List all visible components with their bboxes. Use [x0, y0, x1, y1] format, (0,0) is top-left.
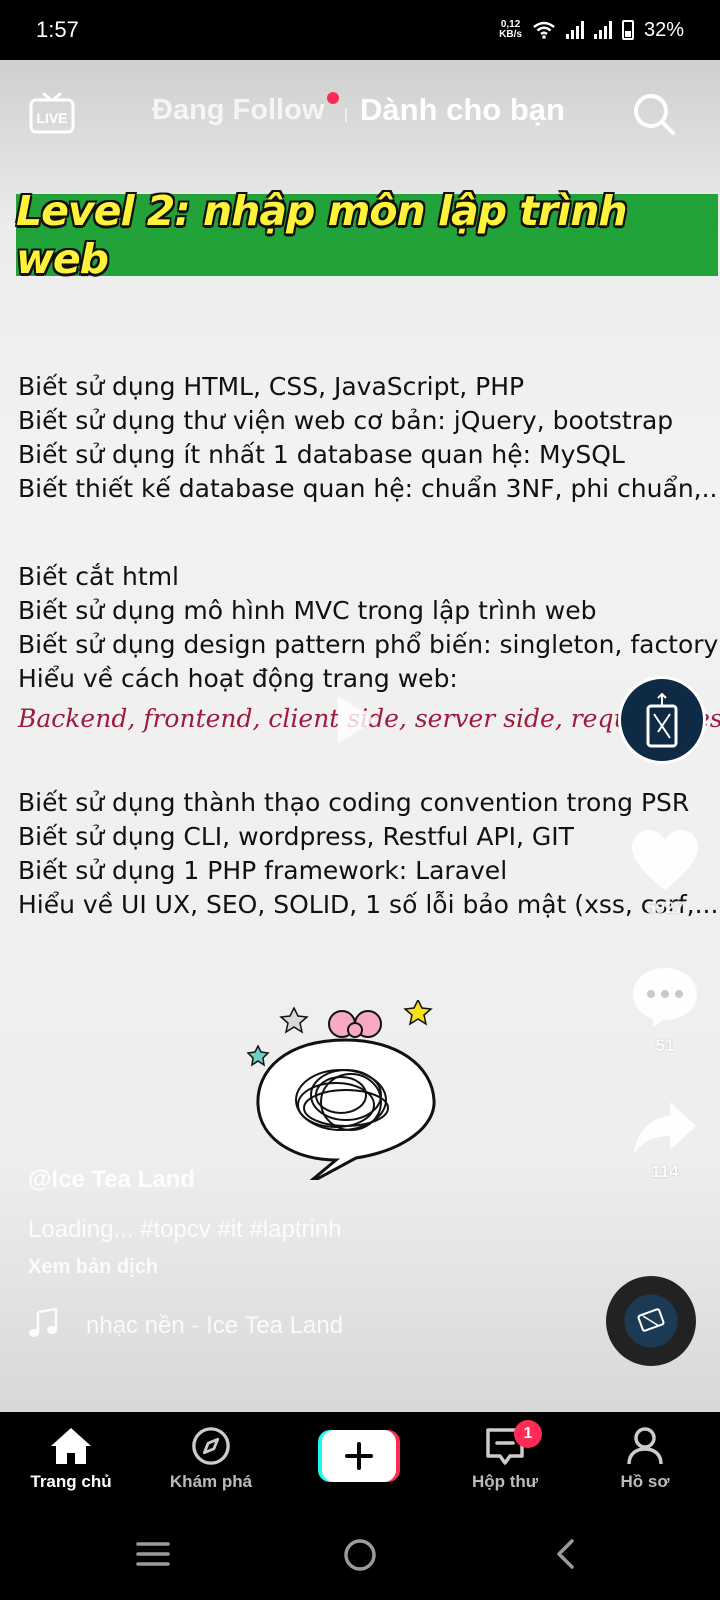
status-time: 1:57 — [36, 17, 79, 42]
play-icon[interactable] — [334, 692, 380, 748]
tab-discover-label: Khám phá — [169, 1472, 253, 1491]
tab-inbox[interactable]: Hộp thư — [440, 1426, 570, 1492]
cell-signal-2-icon — [593, 21, 612, 39]
inbox-badge: 1 — [514, 1420, 542, 1448]
video-player[interactable]: LIVE Đang Follow Dành cho bạn Level 2: n… — [0, 60, 720, 1412]
like-count: 5927 — [646, 898, 684, 917]
content-line: Biết sử dụng ít nhất 1 database quan hệ:… — [18, 440, 625, 469]
recent-apps-icon[interactable] — [136, 1540, 170, 1568]
content-line: Biết sử dụng mô hình MVC trong lập trình… — [18, 596, 597, 625]
cell-signal-icon — [565, 21, 584, 39]
comment-count: 51 — [655, 1036, 675, 1055]
music-disc-cover-icon — [637, 1308, 665, 1332]
content-line: Biết sử dụng CLI, wordpress, Restful API… — [18, 822, 574, 851]
content-line: Biết sử dụng 1 PHP framework: Laravel — [18, 856, 508, 885]
top-nav: LIVE Đang Follow Dành cho bạn — [0, 60, 720, 170]
content-line: Biết sử dụng thư viện web cơ bản: jQuery… — [18, 406, 674, 435]
share-count: 114 — [651, 1162, 679, 1181]
svg-text:LIVE: LIVE — [36, 110, 67, 126]
content-line: Biết sử dụng HTML, CSS, JavaScript, PHP — [18, 372, 525, 401]
bottom-tab-bar: Trang chủ Khám phá Hộp thư 1 Hồ sơ — [0, 1412, 720, 1510]
tab-profile[interactable]: Hồ sơ — [580, 1426, 710, 1492]
content-line: Biết cắt html — [18, 562, 179, 591]
comment-action[interactable]: 51 — [620, 966, 710, 1056]
author-name[interactable]: @Ice Tea Land — [28, 1166, 195, 1194]
battery-icon — [621, 20, 634, 40]
tab-discover[interactable]: Khám phá — [146, 1426, 276, 1492]
content-line: Hiểu về cách hoạt động trang web: — [18, 664, 458, 693]
banner-title: Level 2: nhập môn lập trình web — [16, 187, 628, 283]
tab-following[interactable]: Đang Follow — [152, 94, 324, 127]
network-speed: 0,12 KB/s — [499, 19, 522, 40]
share-icon[interactable] — [632, 1100, 698, 1156]
tab-divider — [345, 108, 347, 122]
profile-icon — [627, 1427, 663, 1465]
see-translation-link[interactable]: Xem bản dịch — [28, 1256, 158, 1279]
music-title[interactable]: nhạc nền - Ice Tea Land — [86, 1312, 343, 1340]
share-action[interactable]: 114 — [620, 1100, 710, 1182]
creator-avatar[interactable] — [618, 676, 706, 764]
content-line: Biết sử dụng design pattern phổ biến: si… — [18, 630, 719, 659]
music-disc[interactable] — [606, 1276, 696, 1366]
content-line: Biết sử dụng thành thạo coding conventio… — [18, 788, 690, 817]
search-icon[interactable] — [632, 92, 676, 136]
home-button-icon[interactable] — [343, 1538, 377, 1572]
system-navigation-bar — [0, 1510, 720, 1600]
notification-dot — [327, 92, 339, 104]
compass-icon — [192, 1427, 230, 1465]
music-note-icon — [29, 1308, 58, 1337]
speech-bubble-illustration — [246, 1000, 436, 1180]
tab-home[interactable]: Trang chủ — [6, 1426, 136, 1492]
heart-icon[interactable] — [630, 830, 700, 892]
like-action[interactable]: 5927 — [620, 830, 710, 918]
tab-for-you[interactable]: Dành cho bạn — [360, 92, 565, 128]
battery-level: 32% — [643, 18, 684, 41]
avatar-image-icon — [646, 692, 678, 748]
status-bar: 1:57 0,12 KB/s 32% — [0, 0, 720, 60]
tab-inbox-label: Hộp thư — [471, 1472, 539, 1491]
wifi-icon — [533, 21, 555, 39]
tab-home-label: Trang chủ — [30, 1472, 112, 1491]
content-line: Hiểu về UI UX, SEO, SOLID, 1 số lỗi bảo … — [18, 890, 720, 919]
create-video-button[interactable] — [318, 1430, 400, 1482]
video-caption[interactable]: Loading... #topcv #it #laptrinh — [28, 1216, 342, 1244]
home-icon — [51, 1428, 91, 1464]
back-icon[interactable] — [554, 1538, 576, 1570]
video-banner: Level 2: nhập môn lập trình web — [16, 187, 718, 283]
status-icons: 0,12 KB/s 32% — [499, 19, 684, 42]
comment-icon[interactable] — [631, 966, 699, 1030]
tab-profile-label: Hồ sơ — [620, 1472, 670, 1491]
live-icon[interactable]: LIVE — [28, 88, 76, 136]
content-line: Biết thiết kế database quan hệ: chuẩn 3N… — [18, 474, 720, 503]
